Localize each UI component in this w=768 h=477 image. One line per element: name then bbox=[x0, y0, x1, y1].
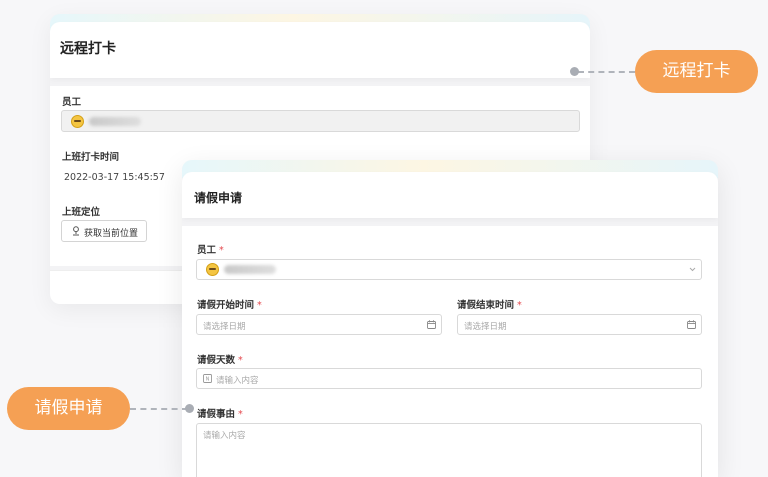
card-header: 请假申请 bbox=[182, 172, 718, 218]
svg-text:N: N bbox=[206, 377, 210, 383]
blurred-employee-name bbox=[89, 117, 141, 126]
callout-dot bbox=[570, 67, 579, 76]
marketing-stage: 远程打卡 员工 上班打卡时间 2022-03-17 15:45:57 上班定位 … bbox=[0, 0, 768, 477]
remote-checkin-callout: 远程打卡 bbox=[635, 50, 758, 93]
required-mark: * bbox=[257, 300, 262, 311]
callout-connector bbox=[578, 71, 635, 73]
callout-dot bbox=[185, 404, 194, 413]
days-input[interactable]: N 请输入内容 bbox=[196, 368, 702, 389]
card-body: 员工 * 请假开始时间 * 请选择日期 请假结束时间 * 请选择日期 请假天数 … bbox=[182, 226, 718, 477]
blurred-employee-name bbox=[224, 265, 276, 274]
card-title: 请假申请 bbox=[194, 191, 243, 205]
reason-placeholder: 请输入内容 bbox=[203, 431, 246, 441]
days-label: 请假天数 * bbox=[197, 355, 243, 366]
end-date-picker[interactable]: 请选择日期 bbox=[457, 314, 702, 335]
chevron-down-icon bbox=[689, 267, 696, 272]
start-date-picker[interactable]: 请选择日期 bbox=[196, 314, 442, 335]
employee-label: 员工 * bbox=[197, 245, 224, 256]
leave-request-card: 请假申请 员工 * 请假开始时间 * 请选择日期 请假结束时间 * 请选择日期 … bbox=[182, 160, 718, 477]
required-mark: * bbox=[238, 355, 243, 366]
checkin-time-value: 2022-03-17 15:45:57 bbox=[64, 172, 165, 183]
calendar-icon bbox=[427, 320, 436, 329]
required-mark: * bbox=[517, 300, 522, 311]
reason-textarea[interactable]: 请输入内容 bbox=[196, 423, 702, 477]
location-label: 上班定位 bbox=[62, 207, 101, 218]
calendar-icon bbox=[687, 320, 696, 329]
get-location-button[interactable]: 获取当前位置 bbox=[61, 220, 147, 242]
end-time-label: 请假结束时间 * bbox=[457, 300, 522, 311]
employee-label: 员工 bbox=[62, 97, 82, 108]
avatar-icon bbox=[71, 115, 84, 128]
number-icon: N bbox=[203, 374, 212, 383]
checkin-time-label: 上班打卡时间 bbox=[62, 152, 120, 163]
callout-connector bbox=[130, 408, 188, 410]
required-mark: * bbox=[219, 245, 224, 256]
card-title: 远程打卡 bbox=[60, 41, 116, 57]
end-date-placeholder: 请选择日期 bbox=[464, 322, 507, 332]
start-time-label: 请假开始时间 * bbox=[197, 300, 262, 311]
start-date-placeholder: 请选择日期 bbox=[203, 322, 246, 332]
reason-label: 请假事由 * bbox=[197, 409, 243, 420]
get-location-button-label: 获取当前位置 bbox=[84, 229, 139, 239]
days-placeholder: 请输入内容 bbox=[216, 376, 259, 386]
employee-field[interactable] bbox=[61, 110, 580, 132]
avatar-icon bbox=[206, 263, 219, 276]
leave-request-callout: 请假申请 bbox=[7, 387, 130, 430]
location-pin-icon bbox=[73, 226, 79, 236]
required-mark: * bbox=[238, 409, 243, 420]
employee-select[interactable] bbox=[196, 259, 702, 280]
card-header: 远程打卡 bbox=[50, 22, 590, 78]
